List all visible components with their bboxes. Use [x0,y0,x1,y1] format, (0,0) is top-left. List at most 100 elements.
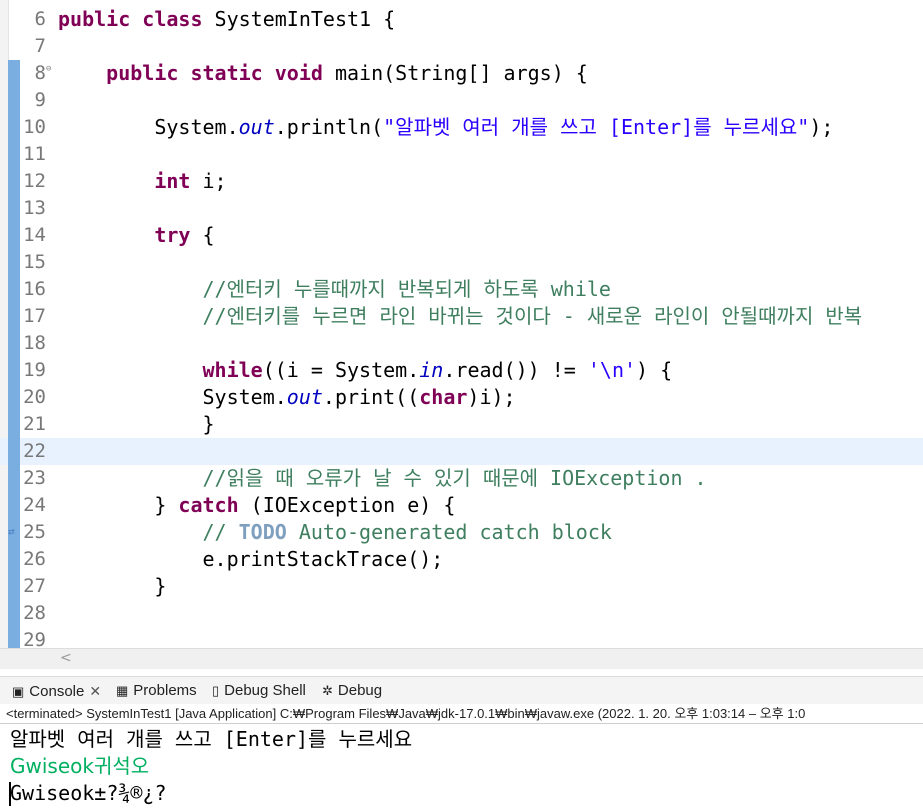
line-number: 19 [23,359,46,381]
code-line[interactable]: 23 //읽을 때 오류가 날 수 있기 때문에 IOException . [0,465,923,492]
tab-problems[interactable]: ▦ Problems [116,681,197,701]
code-token: //읽을 때 오류가 날 수 있기 때문에 IOException . [58,466,707,490]
code-token: while [202,358,263,382]
code-token: main(String[] args) { [322,61,588,85]
line-number: 29 [23,629,46,648]
code-line[interactable]: 21 } [0,411,923,438]
code-token: System. [58,115,239,139]
code-token: //엔터키 누를때까지 반복되게 하도록 while [58,277,611,301]
close-icon[interactable]: ✕ [89,683,101,699]
console-input-line: Gwiseok귀석오 [10,754,150,778]
tab-console[interactable]: ▣ Console ✕ [12,681,101,701]
code-line[interactable]: 7 [0,33,923,60]
code-text: System.out.print((char)i); [58,385,516,409]
code-token: } [58,493,179,517]
code-token: '\n' [587,358,637,382]
code-line[interactable]: 11 [0,141,923,168]
code-token: (IOException e) { [238,493,456,517]
code-text: // TODO Auto-generated catch block [58,520,611,544]
code-token: in [419,358,444,382]
line-number: 17 [23,305,46,327]
code-line[interactable]: 10 System.out.println("알파벳 여러 개를 쓰고 [Ent… [0,114,923,141]
line-number: 28 [23,602,46,624]
code-line[interactable]: 28 [0,600,923,627]
code-line[interactable]: 29 [0,627,923,648]
horizontal-scrollbar[interactable]: < [0,648,923,669]
tab-debug[interactable]: ✲ Debug [322,681,382,701]
code-token: try [154,223,191,247]
code-line[interactable]: 12 int i; [0,168,923,195]
fold-toggle-icon[interactable]: ⊖ [46,64,51,74]
console-output-line: Gwiseok±?¾®¿? [10,781,167,805]
code-token: .read()) != [443,358,588,382]
code-text: //엔터키를 누르면 라인 바뀌는 것이다 - 새로운 라인이 안될때까지 반복 [58,305,862,328]
line-number: 24 [23,494,46,516]
console-output[interactable]: 알파벳 여러 개를 쓰고 [Enter]를 누르세요 Gwiseok귀석오 Gwis… [0,724,923,812]
code-editor[interactable]: 6 public class SystemInTest1 { 7 8 ⊖ public … [0,0,923,648]
code-token: catch [178,493,239,517]
tab-debug-shell[interactable]: ▯ Debug Shell [212,681,306,701]
code-line[interactable]: 9 [0,87,923,114]
code-text: } [58,575,166,598]
code-line[interactable]: 14 try { [0,222,923,249]
code-line[interactable]: 15 [0,249,923,276]
code-line[interactable]: 22 [0,438,923,465]
code-line[interactable]: 6 public class SystemInTest1 { [0,6,923,33]
line-number: 7 [34,35,46,57]
line-number: 9 [34,89,46,111]
code-text: public static void main(String[] args) { [58,62,588,85]
code-token: public static void [106,61,323,85]
code-line[interactable]: 27 } [0,573,923,600]
code-line[interactable]: 16 //엔터키 누를때까지 반복되게 하도록 while [0,276,923,303]
console-output-line: 알파벳 여러 개를 쓰고 [Enter]를 누르세요 [10,727,413,751]
code-token: // [58,520,239,544]
code-token: .print(( [322,385,420,409]
code-token: SystemInTest1 { [202,7,396,31]
code-token: out [238,115,275,139]
code-token: ); [809,115,834,139]
code-token: )i); [467,385,516,409]
line-number: 15 [23,251,46,273]
code-line[interactable]: 24 } catch (IOException e) { [0,492,923,519]
code-line[interactable]: 20 System.out.print((char)i); [0,384,923,411]
annotation-icon[interactable]: ⇄ [8,525,15,538]
code-line[interactable]: 19 while((i = System.in.read()) != '\n')… [0,357,923,384]
code-token: "알파벳 여러 개를 쓰고 [Enter]를 누르세요" [383,115,810,139]
scroll-left-arrow-icon[interactable]: < [60,650,72,666]
line-number: 26 [23,548,46,570]
code-text: while((i = System.in.read()) != '\n') { [58,358,673,382]
view-tabs: ▣ Console ✕ ▦ Problems ▯ Debug Shell ✲ Debug [0,676,923,705]
line-number: 16 [23,278,46,300]
code-line[interactable]: 26 e.printStackTrace(); [0,546,923,573]
code-token: int [154,169,191,193]
line-number: 8 [34,62,46,84]
code-text: } [58,413,214,436]
code-token: //엔터키를 누르면 라인 바뀌는 것이다 - 새로운 라인이 안될때까지 반복 [58,304,863,328]
code-text: } catch (IOException e) { [58,494,455,517]
code-token: public class [58,7,203,31]
line-number: 20 [23,386,46,408]
problems-icon: ▦ [116,683,129,699]
line-number: 12 [23,170,46,192]
code-line[interactable]: 13 [0,195,923,222]
line-number: 27 [23,575,46,597]
code-token: ) { [636,358,673,382]
code-token: e.printStackTrace(); [58,547,444,571]
tab-label: Problems [133,682,197,699]
tab-label: Debug [337,682,383,699]
code-token: i; [190,169,227,193]
line-number: 23 [23,467,46,489]
line-number: 6 [34,8,46,30]
code-line[interactable]: 18 [0,330,923,357]
code-line[interactable]: 25 ⇄ // TODO Auto-generated catch block [0,519,923,546]
code-token: ((i = System. [262,358,420,382]
code-text: try { [58,223,214,247]
code-token: char [419,385,468,409]
line-number: 18 [23,332,46,354]
line-number: 10 [23,116,46,138]
code-line[interactable]: 17 //엔터키를 누르면 라인 바뀌는 것이다 - 새로운 라인이 안될때까지… [0,303,923,330]
code-token: out [286,385,323,409]
code-line[interactable]: 8 ⊖ public static void main(String[] args… [0,60,923,87]
debug-shell-icon: ▯ [212,683,220,699]
